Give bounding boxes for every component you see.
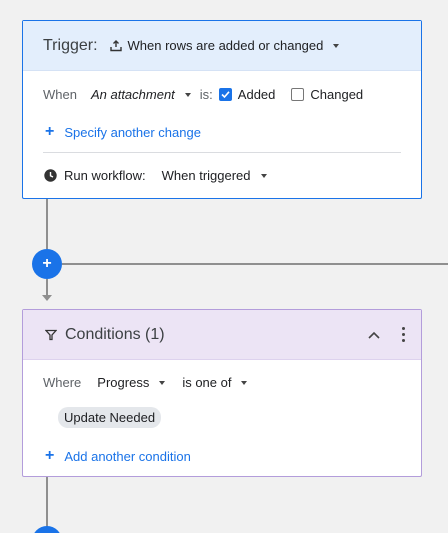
checkbox-unchecked-icon [291,88,305,101]
filter-icon [45,329,57,341]
run-workflow-value: When triggered [161,168,251,183]
plus-icon: + [42,255,52,272]
add-step-button[interactable]: + [32,249,62,279]
run-workflow-select[interactable]: When triggered [162,168,267,183]
run-workflow-label: Run workflow: [64,168,146,183]
added-checkbox[interactable]: Added [218,87,276,102]
divider [43,152,401,153]
trigger-card: Trigger: When rows are added or changed … [22,20,422,199]
trigger-label: Trigger: [43,36,98,54]
add-step-button[interactable] [32,526,62,533]
checkbox-checked-icon [218,88,232,101]
caret-down-icon [159,380,166,385]
conditions-header: Conditions (1) [23,310,421,360]
is-label: is: [199,87,213,102]
connector-line [46,199,48,249]
upload-tray-icon [109,39,122,52]
condition-operator-value: is one of [182,375,232,390]
trigger-event-value: When rows are added or changed [127,38,324,53]
condition-values: Update Needed [58,407,162,428]
clock-icon [44,169,57,182]
caret-down-icon [260,173,267,178]
caret-down-icon [241,380,248,385]
connector-line [46,477,48,533]
when-row: When An attachment is: Added Changed [43,87,363,102]
plus-icon: + [45,123,55,140]
run-workflow-row: Run workflow: When triggered [44,168,267,183]
field-select[interactable]: An attachment [91,87,191,102]
branch-line [62,263,448,265]
where-row: Where Progress is one of [43,375,248,390]
add-another-condition-label: Add another condition [64,448,191,464]
conditions-title: Conditions (1) [65,325,165,343]
caret-down-icon [333,43,340,48]
where-label: Where [43,375,82,390]
when-label: When [43,87,77,102]
specify-another-change-link[interactable]: + Specify another change [45,124,201,140]
specify-another-change-label: Specify another change [64,124,201,140]
chevron-up-icon[interactable] [368,331,380,339]
changed-label: Changed [310,87,364,102]
trigger-header: Trigger: When rows are added or changed [23,21,421,71]
connector-line [46,279,48,295]
caret-down-icon [184,92,191,97]
condition-field-value: Progress [97,375,150,390]
changed-checkbox[interactable]: Changed [291,87,363,102]
condition-field-select[interactable]: Progress [97,375,166,390]
condition-operator-select[interactable]: is one of [182,375,248,390]
value-chip[interactable]: Update Needed [58,407,162,428]
field-value: An attachment [90,87,175,102]
add-another-condition-link[interactable]: + Add another condition [45,448,191,464]
conditions-card: Conditions (1) Where Progress is one of … [22,309,422,477]
trigger-event-select[interactable]: When rows are added or changed [109,38,340,53]
plus-icon: + [45,447,55,464]
arrow-down-icon [42,295,52,301]
more-vertical-icon[interactable] [402,327,405,342]
added-label: Added [237,87,276,102]
